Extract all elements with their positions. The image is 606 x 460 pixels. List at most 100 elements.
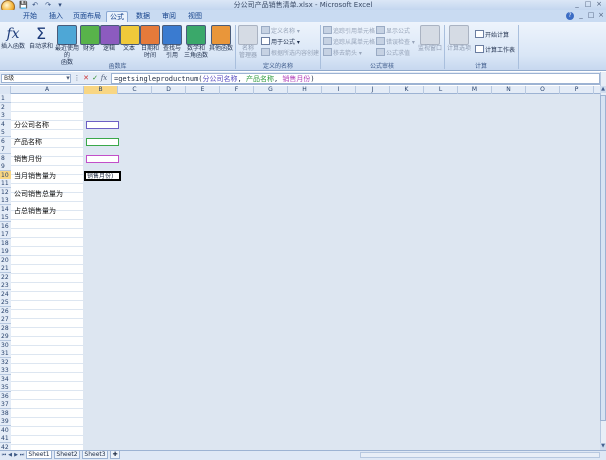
column-header-g[interactable]: G: [254, 86, 288, 94]
calculate-now-icon: [475, 30, 484, 38]
column-gridline: [559, 94, 560, 450]
column-header-d[interactable]: D: [152, 86, 186, 94]
insert-sheet-icon[interactable]: ✚: [110, 451, 120, 459]
cell-a10[interactable]: 当月销售量为: [14, 172, 56, 181]
column-header-i[interactable]: I: [322, 86, 356, 94]
column-header-j[interactable]: J: [356, 86, 390, 94]
more-functions-button[interactable]: 其他函数: [209, 25, 233, 61]
vertical-scroll-thumb[interactable]: [600, 95, 606, 421]
column-header-l[interactable]: L: [424, 86, 458, 94]
column-header-k[interactable]: K: [390, 86, 424, 94]
scroll-down-icon[interactable]: ▼: [600, 443, 606, 450]
calculate-sheet-button[interactable]: 计算工作表: [475, 45, 515, 54]
maximize-button[interactable]: □: [583, 0, 593, 9]
tab-page-layout[interactable]: 页面布局: [71, 11, 103, 22]
column-gridline: [287, 94, 288, 450]
lookup-reference-button[interactable]: 查找与 引用: [161, 25, 183, 61]
cell-a4[interactable]: 分公司名称: [14, 121, 49, 130]
insert-function-icon[interactable]: fx: [100, 74, 108, 83]
sheet-tab-sheet1[interactable]: Sheet1: [26, 451, 52, 459]
trace-precedents-button[interactable]: 追踪引用单元格: [323, 26, 375, 35]
trace-precedents-icon: [323, 26, 332, 34]
cell-a12[interactable]: 公司销售总量为: [14, 190, 63, 199]
column-header-b[interactable]: B: [84, 86, 118, 94]
column-header-e[interactable]: E: [186, 86, 220, 94]
column-header-o[interactable]: O: [526, 86, 560, 94]
column-header-m[interactable]: M: [458, 86, 492, 94]
formula-bar-divider-icon: ⋮: [73, 74, 81, 82]
cell-a6[interactable]: 产品名称: [14, 138, 42, 147]
active-cell-b10[interactable]: 销售月份): [84, 171, 121, 181]
remove-arrows-button[interactable]: 移去箭头 ▾: [323, 48, 362, 57]
create-from-selection-icon: [261, 48, 270, 56]
select-all-button[interactable]: [0, 86, 11, 94]
company-input-cell[interactable]: [86, 121, 119, 129]
minimize-button[interactable]: _: [572, 0, 582, 9]
sheet-tab-sheet3[interactable]: Sheet3: [82, 451, 108, 459]
error-checking-button[interactable]: 错误检查 ▾: [376, 37, 415, 46]
name-box[interactable]: B级: [1, 74, 71, 83]
recently-used-button[interactable]: 最近使用的 函数: [54, 25, 80, 66]
sheet-tab-sheet2[interactable]: Sheet2: [54, 451, 80, 459]
cell-grid[interactable]: [11, 94, 600, 450]
tab-view[interactable]: 视图: [184, 11, 206, 22]
formula-prefix: =getsingleproductnum(: [114, 75, 203, 83]
workbook-restore-button[interactable]: □: [586, 11, 596, 20]
watch-window-button[interactable]: 监视窗口: [417, 25, 443, 61]
save-icon[interactable]: 💾: [19, 1, 28, 9]
cell-a14[interactable]: 占总销售量为: [14, 207, 56, 216]
tab-insert[interactable]: 插入: [45, 11, 67, 22]
tab-review[interactable]: 审阅: [158, 11, 180, 22]
define-name-button[interactable]: 定义名称 ▾: [261, 26, 300, 35]
show-formulas-button[interactable]: 显示公式: [376, 26, 410, 35]
ribbon-minimize-button[interactable]: _: [576, 11, 586, 20]
trace-dependents-button[interactable]: 追踪从属单元格: [323, 37, 375, 46]
tab-home[interactable]: 开始: [19, 11, 41, 22]
cell-a8[interactable]: 销售月份: [14, 155, 42, 164]
book-icon: [57, 25, 77, 45]
logical-button[interactable]: 逻辑: [100, 25, 120, 61]
scroll-up-icon[interactable]: ▲: [600, 86, 606, 93]
column-header-n[interactable]: N: [492, 86, 526, 94]
column-gridline: [117, 94, 118, 450]
column-header-h[interactable]: H: [288, 86, 322, 94]
financial-button[interactable]: 财务: [80, 25, 100, 61]
evaluate-formula-button[interactable]: 公式求值: [376, 48, 410, 57]
help-icon[interactable]: ?: [566, 12, 574, 20]
horizontal-scrollbar[interactable]: [360, 452, 600, 458]
customize-quick-access-icon[interactable]: ▾: [56, 1, 64, 9]
math-trig-button[interactable]: 数学和 三角函数: [183, 25, 209, 61]
undo-icon[interactable]: ↶: [31, 1, 39, 9]
month-input-cell[interactable]: [86, 155, 119, 163]
date-time-button[interactable]: 日期和 时间: [139, 25, 161, 61]
book-icon: [120, 25, 140, 45]
column-gridline: [83, 94, 84, 450]
column-header-a[interactable]: A: [11, 86, 84, 94]
enter-icon[interactable]: ✓: [91, 74, 99, 83]
column-header-p[interactable]: P: [560, 86, 594, 94]
calculation-options-button[interactable]: 计算选项: [446, 25, 472, 61]
product-input-cell[interactable]: [86, 138, 119, 146]
column-header-f[interactable]: F: [220, 86, 254, 94]
redo-icon[interactable]: ↷: [44, 1, 52, 9]
use-in-formula-button[interactable]: 用于公式 ▾: [261, 37, 300, 46]
name-manager-button[interactable]: 名称 管理器: [237, 25, 259, 61]
last-sheet-icon[interactable]: ⏭: [19, 451, 25, 459]
close-button[interactable]: ×: [594, 0, 604, 9]
column-gridline: [151, 94, 152, 450]
create-from-selection-button[interactable]: 根据所选内容创建: [261, 48, 319, 57]
book-icon: [211, 25, 231, 45]
name-box-dropdown-icon[interactable]: ▾: [64, 74, 72, 83]
calculate-now-button[interactable]: 开始计算: [475, 30, 509, 39]
workbook-close-button[interactable]: ×: [596, 11, 606, 20]
autosum-button[interactable]: Σ 自动求和: [28, 25, 54, 61]
insert-function-button[interactable]: fx 插入函数: [1, 25, 25, 61]
text-functions-button[interactable]: 文本: [120, 25, 140, 61]
formula-input[interactable]: =getsingleproductnum(分公司名称, 产品名称, 销售月份): [111, 73, 600, 84]
calculate-sheet-icon: [475, 45, 484, 53]
column-header-c[interactable]: C: [118, 86, 152, 94]
column-gridline: [593, 94, 594, 450]
cancel-icon[interactable]: ✕: [82, 74, 90, 83]
tab-data[interactable]: 数据: [132, 11, 154, 22]
tab-formulas[interactable]: 公式: [106, 11, 128, 22]
